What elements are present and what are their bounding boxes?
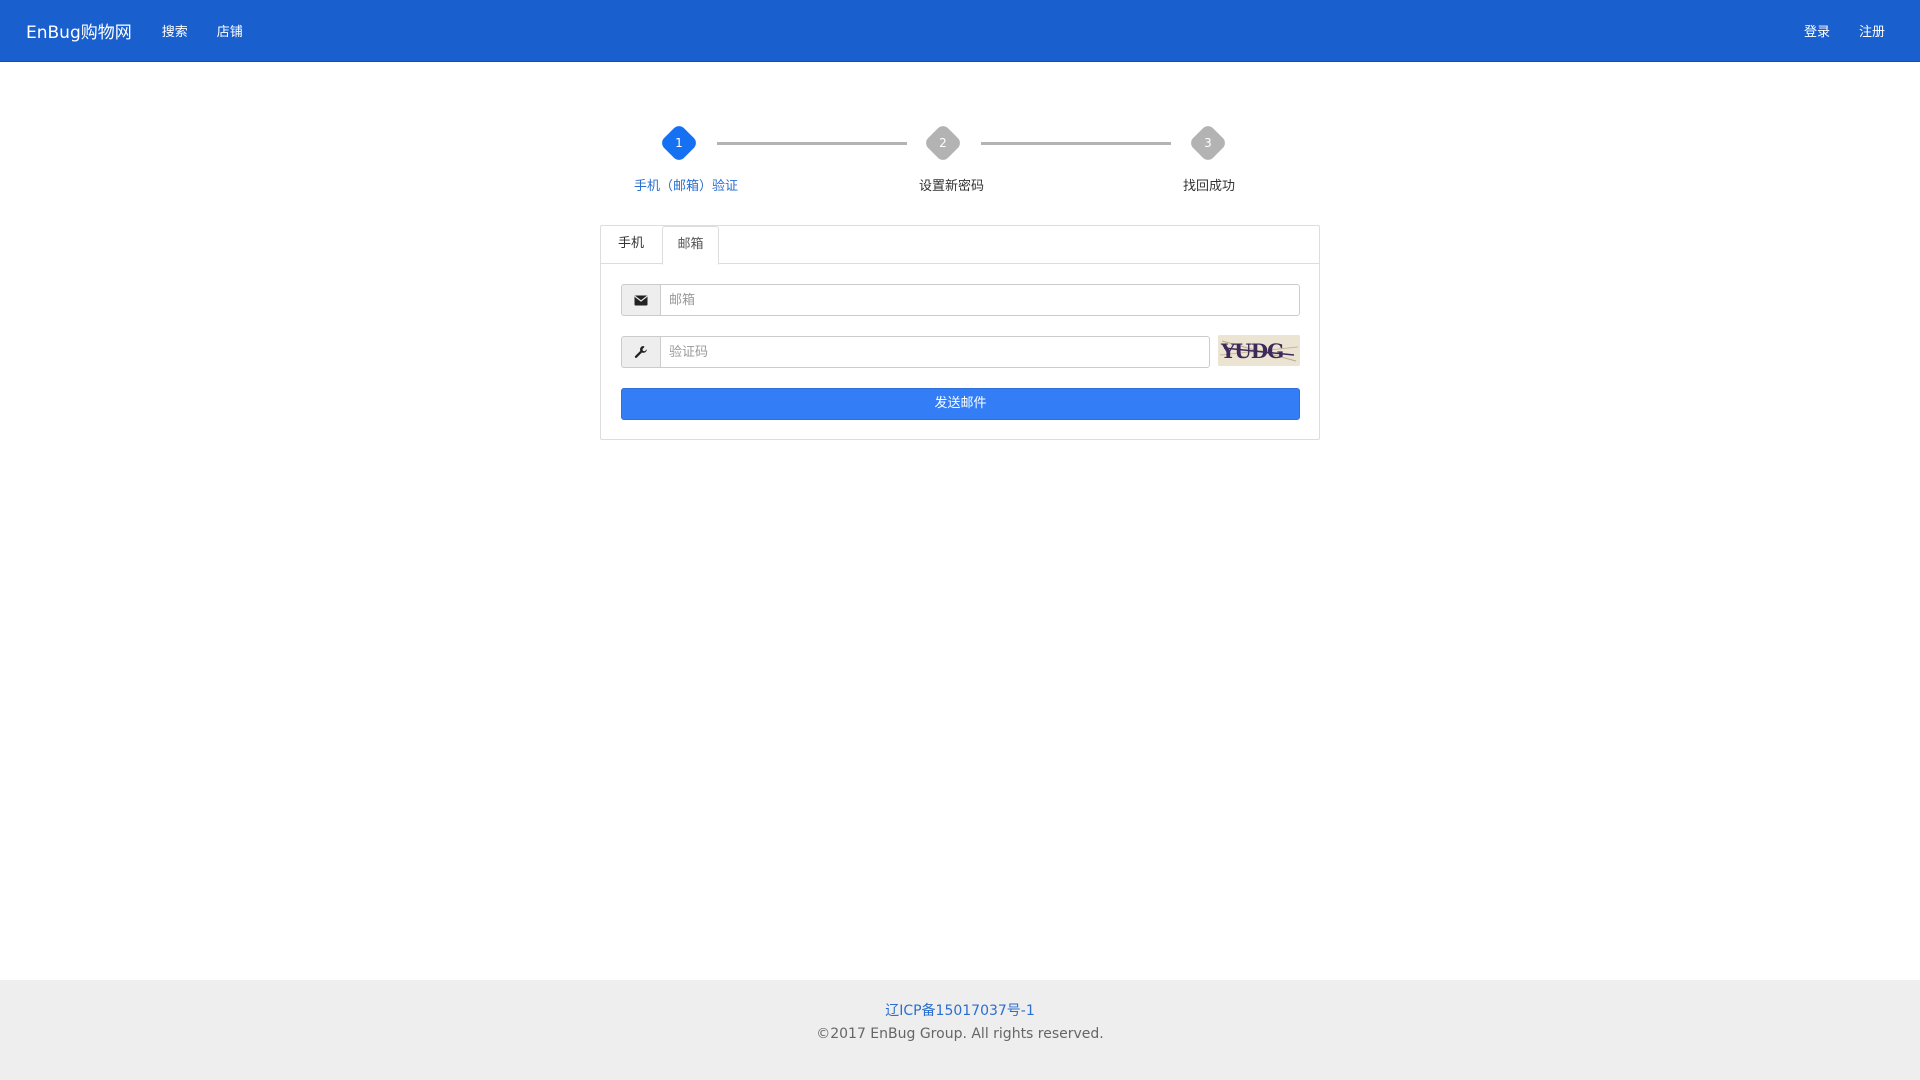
step-2-label: 设置新密码 — [919, 179, 985, 194]
tab-email[interactable]: 邮箱 — [662, 226, 719, 265]
recovery-form-card: 手机 邮箱 YUDG 发送邮件 — [600, 225, 1320, 440]
step-3-label: 找回成功 — [1183, 179, 1236, 194]
email-input[interactable] — [660, 284, 1300, 316]
register-link[interactable]: 注册 — [1859, 21, 1885, 40]
progress-stepper: 1 手机（邮箱）验证 2 设置新密码 3 找回成功 — [618, 123, 1258, 203]
icp-license-link[interactable]: 辽ICP备15017037号-1 — [0, 1000, 1920, 1020]
verification-code-input[interactable] — [660, 336, 1210, 368]
step-3-number: 3 — [1204, 136, 1212, 150]
copyright-text: ©2017 EnBug Group. All rights reserved. — [816, 1026, 1104, 1042]
step-1-label: 手机（邮箱）验证 — [634, 179, 739, 194]
step-3-node: 3 — [1188, 123, 1228, 163]
step-2-number: 2 — [939, 136, 947, 150]
code-input-group — [621, 336, 1210, 368]
envelope-icon — [621, 284, 660, 316]
login-link[interactable]: 登录 — [1804, 21, 1830, 40]
step-1-node: 1 — [659, 123, 699, 163]
tab-phone[interactable]: 手机 — [601, 226, 661, 264]
nav-right-group: 登录 注册 — [1804, 21, 1914, 40]
method-tabs: 手机 邮箱 — [601, 226, 1319, 265]
send-email-button[interactable]: 发送邮件 — [621, 388, 1300, 420]
step-connector-2 — [981, 142, 1171, 145]
step-connector-1 — [717, 142, 907, 145]
email-input-group — [621, 284, 1300, 316]
step-2-node: 2 — [923, 123, 963, 163]
page-footer: 辽ICP备15017037号-1 ©2017 EnBug Group. All … — [0, 980, 1920, 1080]
nav-link-search[interactable]: 搜索 — [162, 21, 188, 40]
step-1-number: 1 — [675, 136, 683, 150]
top-navbar: EnBug购物网 搜索 店铺 登录 注册 — [0, 0, 1920, 62]
wrench-icon — [621, 336, 660, 368]
nav-link-shops[interactable]: 店铺 — [217, 21, 243, 40]
captcha-image[interactable]: YUDG — [1218, 335, 1300, 366]
brand-logo[interactable]: EnBug购物网 — [26, 18, 132, 43]
